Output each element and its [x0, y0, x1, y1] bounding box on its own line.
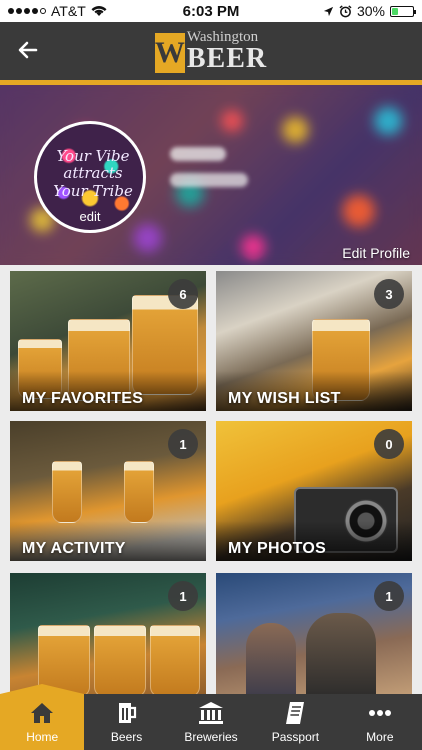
brewery-building-icon	[198, 700, 224, 726]
avatar-edit-label[interactable]: edit	[37, 209, 143, 224]
tile-5-count-badge: 1	[168, 581, 198, 611]
avatar[interactable]: Your Vibe attracts Your Tribe edit	[34, 121, 146, 233]
profile-name-redacted	[170, 147, 226, 161]
passport-book-icon	[284, 700, 306, 726]
location-arrow-icon	[323, 6, 334, 16]
status-time: 6:03 PM	[182, 2, 240, 20]
tab-more[interactable]: More	[338, 694, 422, 750]
people-image	[246, 623, 296, 701]
back-button[interactable]	[12, 34, 44, 66]
my-photos-label: MY PHOTOS	[228, 540, 327, 557]
profile-tile-6[interactable]: 1	[216, 573, 412, 701]
my-wish-list-tile[interactable]: 3 MY WISH LIST	[216, 271, 412, 411]
status-right: 30%	[323, 3, 416, 19]
logo-w-mark: W	[154, 32, 185, 73]
beer-glass-image	[94, 625, 146, 697]
beer-glass-image	[150, 625, 200, 697]
home-icon	[30, 700, 54, 726]
app-header: W Washington BEER	[0, 22, 422, 80]
profile-tile-5[interactable]: 1	[10, 573, 206, 701]
tab-more-label: More	[366, 730, 394, 744]
beer-mug-icon	[116, 700, 138, 726]
my-favorites-tile[interactable]: 6 MY FAVORITES	[10, 271, 206, 411]
favorites-count-badge: 6	[168, 279, 198, 309]
my-activity-tile[interactable]: 1 MY ACTIVITY	[10, 421, 206, 561]
people-image	[306, 613, 376, 701]
profile-subtitle-redacted	[170, 173, 248, 187]
my-activity-label: MY ACTIVITY	[22, 540, 126, 557]
beer-glass-image	[52, 461, 82, 523]
logo-text: Washington BEER	[186, 29, 268, 74]
tab-beers-label: Beers	[110, 730, 143, 744]
status-bar: AT&T 6:03 PM 30%	[0, 0, 422, 22]
my-photos-tile[interactable]: 0 MY PHOTOS	[216, 421, 412, 561]
carrier-label: AT&T	[51, 3, 86, 19]
edit-profile-link[interactable]: Edit Profile	[342, 245, 410, 261]
profile-banner: Your Vibe attracts Your Tribe edit Edit …	[0, 85, 422, 265]
tab-passport-label: Passport	[271, 730, 320, 744]
washington-beer-logo: W Washington BEER	[154, 29, 268, 74]
tab-beers[interactable]: Beers	[84, 694, 168, 750]
tab-breweries[interactable]: Breweries	[169, 694, 253, 750]
avatar-artwork-text: Your Vibe attracts Your Tribe	[53, 147, 133, 200]
photos-count-badge: 0	[374, 429, 404, 459]
wish-list-count-badge: 3	[374, 279, 404, 309]
my-wish-list-label: MY WISH LIST	[228, 390, 341, 407]
status-left: AT&T	[8, 3, 107, 19]
beer-glass-image	[124, 461, 154, 523]
tab-breweries-label: Breweries	[184, 730, 238, 744]
alarm-icon	[339, 4, 352, 17]
bottom-tab-bar: Home Beers Breweries Passport More	[0, 694, 422, 750]
battery-percent: 30%	[356, 3, 385, 19]
arrow-left-icon	[18, 41, 38, 59]
more-dots-icon	[368, 700, 392, 726]
logo-bottom-text: BEER	[186, 42, 268, 74]
tab-passport[interactable]: Passport	[253, 694, 337, 750]
tab-home[interactable]: Home	[0, 694, 85, 750]
signal-strength-icon	[8, 8, 46, 14]
tile-6-count-badge: 1	[374, 581, 404, 611]
wifi-icon	[91, 6, 107, 16]
my-favorites-label: MY FAVORITES	[22, 390, 144, 407]
tab-home-label: Home	[26, 730, 59, 744]
battery-icon	[390, 5, 416, 17]
activity-count-badge: 1	[168, 429, 198, 459]
